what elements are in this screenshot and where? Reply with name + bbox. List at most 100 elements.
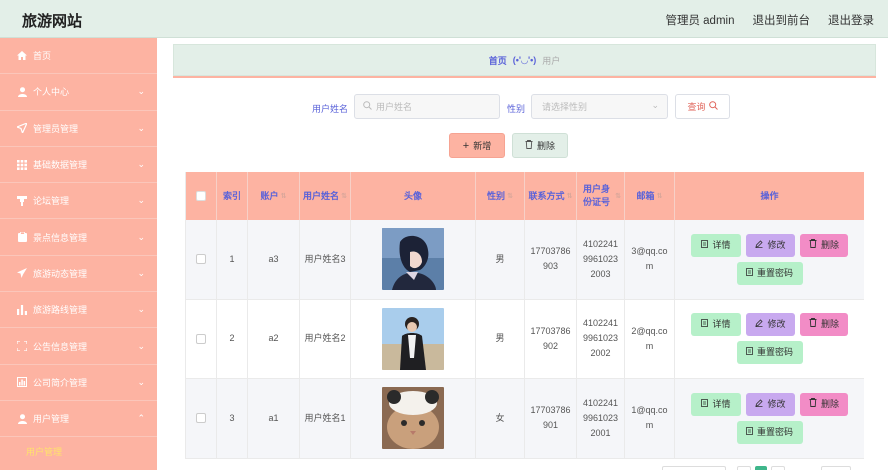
bar-chart-icon: [15, 304, 29, 315]
account-cell: a3: [248, 220, 300, 299]
sidebar-item-scenic[interactable]: 景点信息管理 ⌄: [0, 219, 157, 256]
header-select-all[interactable]: [186, 172, 217, 220]
table-row: 1 a3 用户姓名3 男 17703786903 410224199610232…: [186, 220, 864, 300]
edit-button[interactable]: 修改: [746, 313, 795, 337]
chevron-down-icon: ⌄: [137, 267, 145, 278]
breadcrumb: 首页 (•'◡'•) 用户: [173, 44, 876, 76]
detail-button-label: 详情: [712, 398, 731, 409]
query-button[interactable]: 查询: [675, 94, 730, 119]
column-header-label: 索引: [222, 190, 241, 201]
column-header-label: 操作: [760, 190, 779, 201]
gender-select-placeholder: 请选择性别: [542, 102, 588, 112]
gender-select[interactable]: 请选择性别 ⌄: [531, 94, 668, 119]
chevron-down-icon: ⌄: [651, 100, 659, 110]
batch-delete-button[interactable]: 删除: [512, 133, 568, 158]
phone-cell: 17703786902: [525, 299, 577, 378]
actions-cell: 详情 修改 删除 重置密码: [675, 220, 864, 299]
delete-button[interactable]: 删除: [800, 313, 848, 337]
sort-icon[interactable]: ⇅: [657, 190, 663, 203]
row-checkbox[interactable]: [196, 254, 206, 265]
row-checkbox[interactable]: [196, 413, 206, 424]
sidebar-item-route[interactable]: 旅游路线管理 ⌄: [0, 292, 157, 329]
sidebar-item-home[interactable]: 首页: [0, 38, 157, 75]
sort-icon[interactable]: ⇅: [341, 190, 347, 203]
index-cell: 2: [217, 299, 248, 378]
sidebar-item-notice[interactable]: 公告信息管理 ⌄: [0, 328, 157, 365]
column-header-label: 账户: [260, 190, 279, 201]
column-header-name[interactable]: 用户姓名 ⇅: [300, 172, 351, 220]
edit-button[interactable]: 修改: [746, 392, 795, 416]
row-select-cell: [186, 299, 217, 378]
name-cell: 用户姓名2: [300, 299, 351, 378]
actions-cell: 详情 修改 删除 重置密码: [675, 300, 864, 379]
prev-page-button[interactable]: [737, 466, 751, 470]
column-header-label: 联系方式: [528, 190, 565, 201]
delete-button[interactable]: 删除: [800, 392, 848, 416]
reset-password-button[interactable]: 重置密码: [736, 341, 803, 365]
sidebar-item-label: 个人中心: [33, 87, 70, 98]
row-checkbox[interactable]: [196, 333, 206, 344]
chevron-down-icon: ⌄: [137, 231, 145, 242]
sidebar-item-news[interactable]: 旅游动态管理 ⌄: [0, 256, 157, 293]
sort-icon[interactable]: ⇅: [567, 190, 573, 203]
gender-cell: 女: [476, 379, 525, 458]
chevron-down-icon: ⌄: [137, 122, 145, 133]
select-all-checkbox[interactable]: [196, 191, 206, 201]
avatar-cell: [351, 379, 476, 458]
sort-icon[interactable]: ⇅: [615, 190, 621, 203]
sidebar-item-users[interactable]: 用户管理 ⌃: [0, 401, 157, 438]
column-header-gender[interactable]: 性别 ⇅: [476, 172, 525, 220]
gender-cell: 男: [476, 220, 525, 299]
row-select-cell: [186, 220, 217, 299]
delete-button[interactable]: 删除: [800, 233, 848, 257]
main-content: 首页 (•'◡'•) 用户 用户姓名 用户姓名 性别 请选择性别 ⌄ 查询 + …: [157, 38, 888, 470]
sidebar-item-admin[interactable]: 管理员管理 ⌄: [0, 111, 157, 147]
sidebar-item-label: 论坛管理: [33, 196, 70, 207]
sort-icon[interactable]: ⇅: [281, 190, 287, 203]
exit-to-front-link[interactable]: 退出到前台: [753, 12, 811, 28]
admin-user-label: 管理员 admin: [665, 15, 735, 27]
sidebar: 首页 个人中心 ⌄ 管理员管理 ⌄ 基础数据管理 ⌄ 论坛管理 ⌄ 景点信息管理…: [0, 38, 157, 470]
table-row: 2 a2 用户姓名2 男 17703786902 410224199610232…: [186, 299, 864, 379]
name-search-input[interactable]: 用户姓名: [354, 94, 500, 119]
detail-button[interactable]: 详情: [691, 313, 741, 337]
home-icon: [15, 51, 29, 61]
reset-password-button[interactable]: 重置密码: [736, 261, 803, 285]
next-page-button[interactable]: [771, 466, 785, 470]
column-header-email[interactable]: 邮箱 ⇅: [625, 172, 675, 220]
detail-button[interactable]: 详情: [691, 392, 741, 416]
avatar: [382, 307, 444, 370]
phone-cell: 17703786903: [525, 220, 577, 299]
breadcrumb-home[interactable]: 首页: [489, 54, 507, 67]
column-header-idcard[interactable]: 用户身份证号 ⇅: [577, 172, 625, 220]
sidebar-item-basedata[interactable]: 基础数据管理 ⌄: [0, 147, 157, 184]
column-header-actions: 操作: [675, 172, 864, 220]
sort-icon[interactable]: ⇅: [507, 190, 513, 203]
add-button[interactable]: + 新增: [449, 133, 505, 158]
column-header-account[interactable]: 账户 ⇅: [248, 172, 300, 220]
plane-icon: [15, 268, 29, 279]
page-number-active[interactable]: [755, 466, 767, 470]
sidebar-item-forum[interactable]: 论坛管理 ⌄: [0, 183, 157, 220]
chevron-down-icon: ⌄: [137, 195, 145, 206]
detail-button[interactable]: 详情: [691, 233, 741, 257]
page-size-select[interactable]: [662, 466, 726, 470]
chevron-down-icon: ⌄: [137, 159, 145, 170]
pencil-icon: [755, 317, 764, 332]
search-icon: [708, 101, 718, 112]
edit-button-label: 修改: [767, 398, 786, 409]
sidebar-item-company[interactable]: 公司简介管理 ⌄: [0, 365, 157, 401]
column-header-phone[interactable]: 联系方式 ⇅: [525, 172, 577, 220]
forum-icon: [15, 195, 29, 206]
submenu-item-user-manage[interactable]: 用户管理: [0, 437, 157, 465]
jump-page-input[interactable]: [821, 466, 851, 470]
edit-button[interactable]: 修改: [746, 233, 795, 257]
email-cell: 3@qq.com: [625, 220, 675, 299]
search-icon: [363, 101, 372, 112]
chevron-down-icon: ⌄: [137, 304, 145, 315]
gender-cell: 男: [476, 299, 525, 378]
frame-icon: [15, 341, 29, 352]
sidebar-item-personal[interactable]: 个人中心 ⌄: [0, 74, 157, 111]
reset-password-button[interactable]: 重置密码: [736, 420, 803, 444]
logout-link[interactable]: 退出登录: [828, 12, 874, 28]
